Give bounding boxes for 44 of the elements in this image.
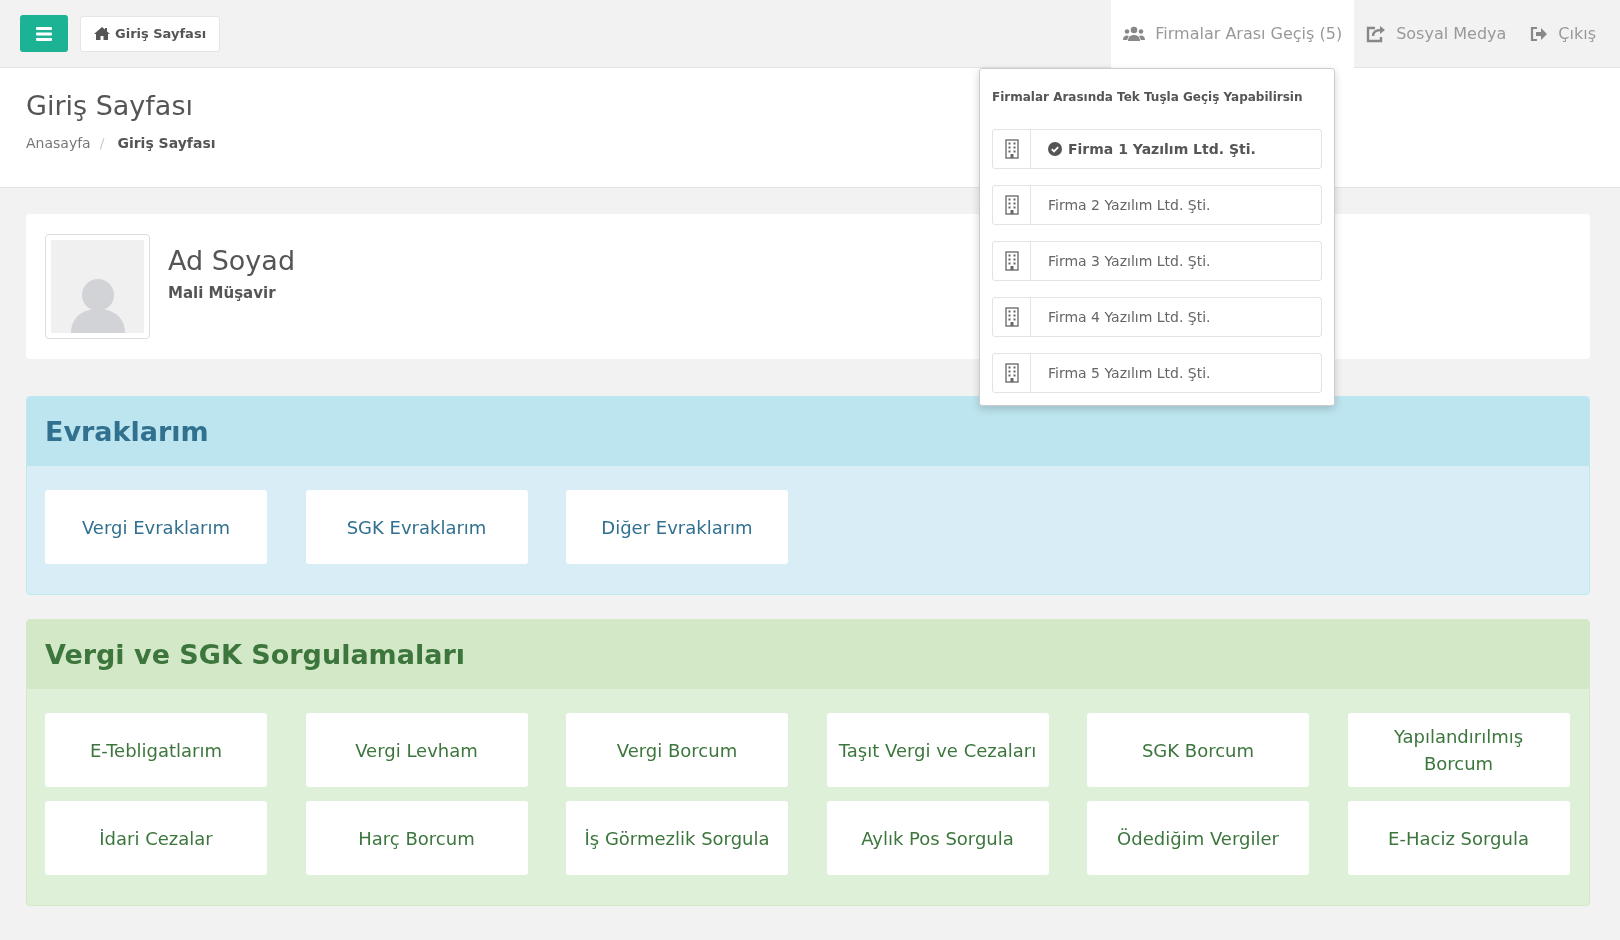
panel-title: Evraklarım: [27, 397, 1589, 466]
firm-option[interactable]: Firma 4 Yazılım Ltd. Şti.: [992, 297, 1322, 337]
building-icon: [1004, 251, 1019, 271]
check-circle-icon: [1048, 142, 1062, 156]
panel-link-button[interactable]: İdari Cezalar: [45, 801, 267, 875]
sign-out-icon: [1530, 25, 1549, 42]
firm-option[interactable]: Firma 3 Yazılım Ltd. Şti.: [992, 241, 1322, 281]
breadcrumb-separator: /: [99, 135, 105, 151]
panel-title: Vergi ve SGK Sorgulamaları: [27, 620, 1589, 689]
users-icon: [1123, 25, 1146, 42]
share-icon: [1366, 24, 1387, 43]
panel-link-button[interactable]: Yapılandırılmış Borcum: [1347, 713, 1570, 787]
home-icon: [94, 27, 110, 40]
panel-link-button[interactable]: Vergi Evraklarım: [45, 490, 267, 564]
building-icon: [1004, 195, 1019, 215]
menu-button[interactable]: [20, 15, 68, 52]
building-icon: [1004, 139, 1019, 159]
panel-link-button[interactable]: E-Tebligatlarım: [45, 713, 267, 787]
user-silhouette-icon: [70, 278, 125, 333]
user-role: Mali Müşavir: [168, 284, 277, 302]
nav-link[interactable]: Firmalar Arası Geçiş (5): [1111, 0, 1355, 68]
panel-link-button[interactable]: E-Haciz Sorgula: [1347, 801, 1570, 875]
firm-option[interactable]: Firma 5 Yazılım Ltd. Şti.: [992, 353, 1322, 393]
menu-icon: [36, 26, 52, 41]
panel-link-button[interactable]: Vergi Borcum: [566, 713, 788, 787]
breadcrumb-current: Giriş Sayfası: [117, 135, 216, 151]
panel-link-button[interactable]: Diğer Evraklarım: [566, 490, 788, 564]
building-icon: [1004, 363, 1019, 383]
firm-option[interactable]: Firma 2 Yazılım Ltd. Şti.: [992, 185, 1322, 225]
user-name: Ad Soyad: [168, 245, 296, 276]
panel-link-button[interactable]: SGK Borcum: [1087, 713, 1309, 787]
home-button[interactable]: Giriş Sayfası: [80, 15, 221, 52]
dropdown-title: Firmalar Arasında Tek Tuşla Geçiş Yapabilirsin: [992, 89, 1303, 105]
page-title: Giriş Sayfası: [26, 90, 193, 121]
panel-link-button[interactable]: Taşıt Vergi ve Cezaları: [826, 713, 1049, 787]
panel-link-button[interactable]: Aylık Pos Sorgula: [826, 801, 1049, 875]
firm-option[interactable]: Firma 1 Yazılım Ltd. Şti.: [992, 129, 1322, 169]
panel-link-button[interactable]: Ödediğim Vergiler: [1087, 801, 1309, 875]
panel-link-button[interactable]: SGK Evraklarım: [305, 490, 528, 564]
panel-link-button[interactable]: Vergi Levham: [305, 713, 528, 787]
building-icon: [1004, 307, 1019, 327]
breadcrumb-link[interactable]: Anasayfa: [26, 135, 91, 151]
panel-link-button[interactable]: İş Görmezlik Sorgula: [566, 801, 788, 875]
panel-link-button[interactable]: Harç Borcum: [305, 801, 528, 875]
